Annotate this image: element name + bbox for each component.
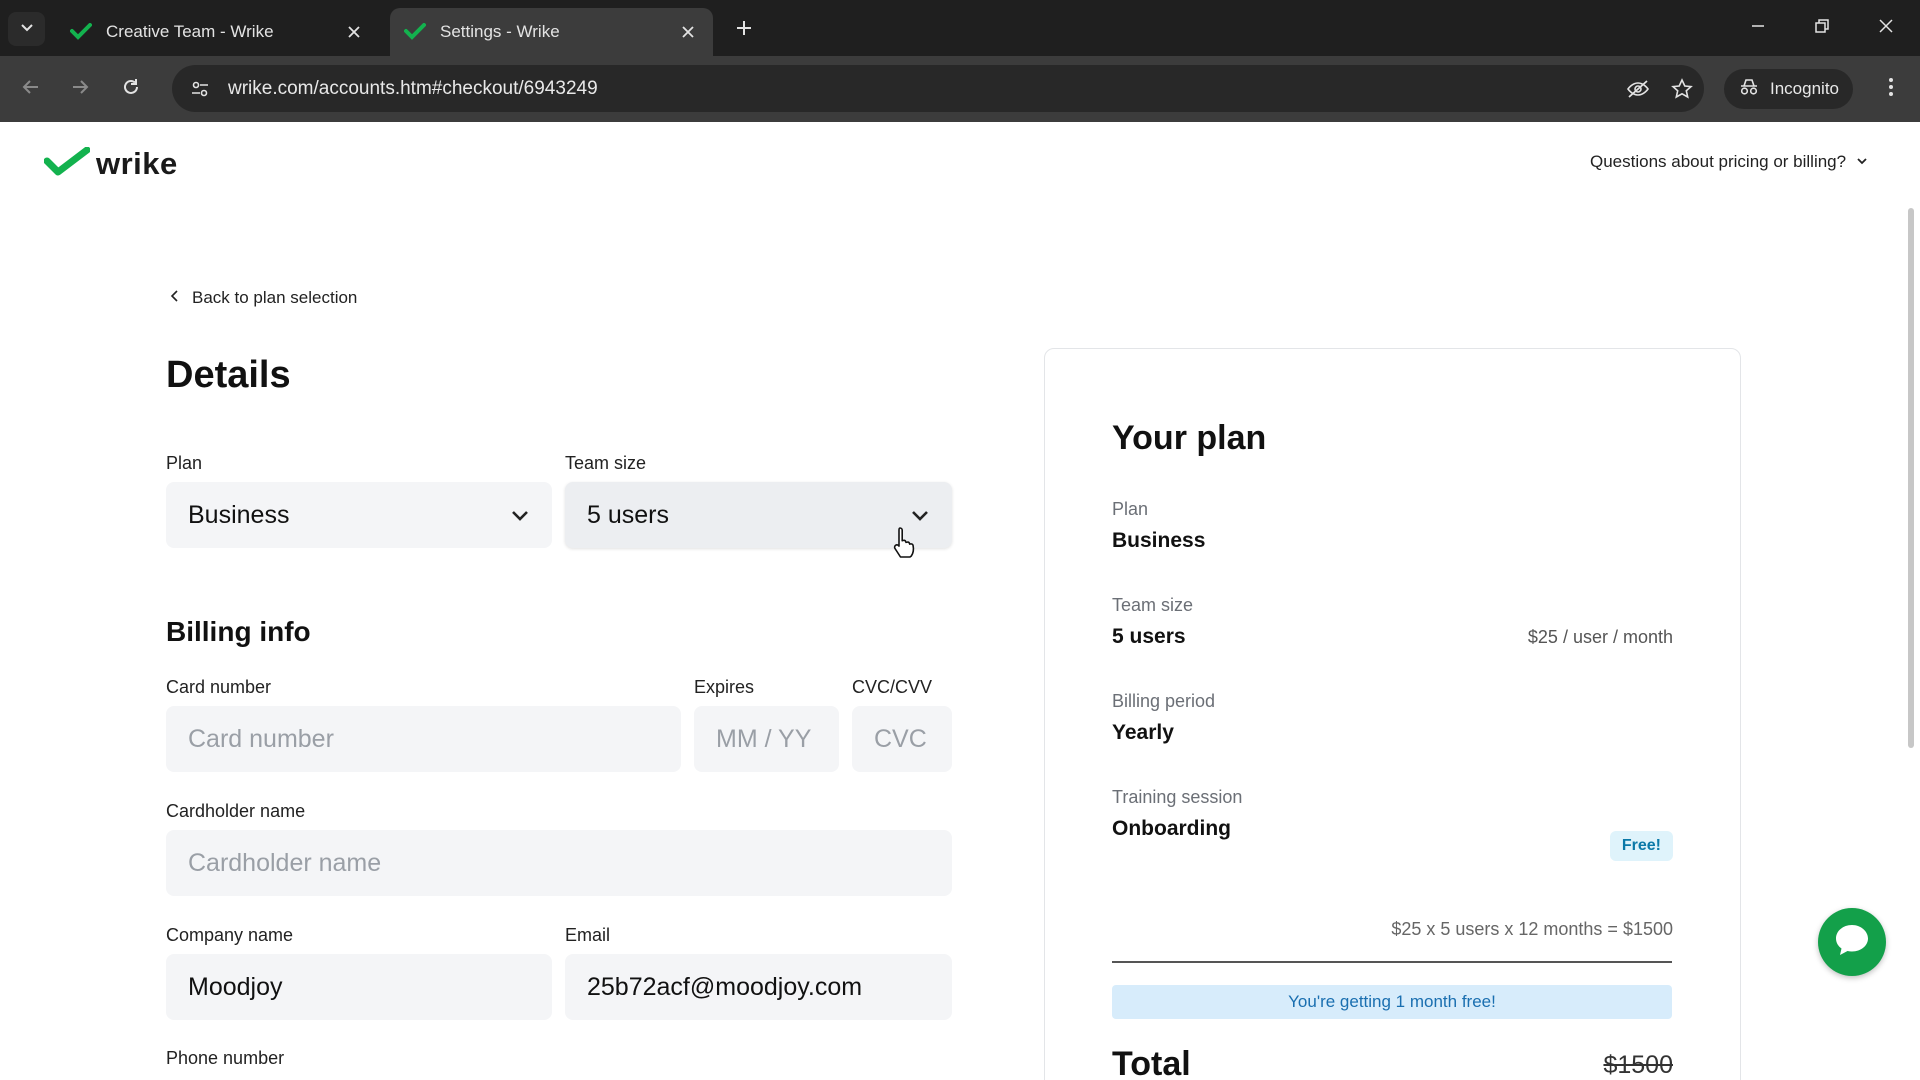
plan-select-value: Business <box>188 500 290 529</box>
scrollbar-thumb[interactable] <box>1908 208 1914 748</box>
browser-menu-button[interactable] <box>1874 72 1908 106</box>
logo-text: wrike <box>96 146 178 181</box>
pricing-help-dropdown[interactable]: Questions about pricing or billing? <box>1590 152 1868 172</box>
back-button[interactable] <box>14 72 48 106</box>
free-badge: Free! <box>1609 831 1673 861</box>
cvc-placeholder: CVC <box>874 724 927 753</box>
cardholder-input[interactable]: Cardholder name <box>166 830 952 896</box>
email-label: Email <box>565 925 611 945</box>
tab-settings[interactable]: Settings - Wrike <box>390 8 713 56</box>
arrow-left-icon <box>21 77 41 102</box>
tab-title: Settings - Wrike <box>440 22 560 41</box>
chat-widget-button[interactable] <box>1818 908 1886 976</box>
close-tab-icon[interactable] <box>677 21 699 43</box>
tab-search-button[interactable] <box>8 12 45 46</box>
close-tab-icon[interactable] <box>343 21 365 43</box>
incognito-icon <box>1738 78 1760 101</box>
more-vertical-icon <box>1888 77 1894 102</box>
close-icon <box>1878 18 1894 39</box>
restore-icon <box>1814 18 1830 39</box>
chevron-down-icon <box>19 19 35 40</box>
team-size-label: Team size <box>565 453 647 473</box>
plan-summary-card: Your plan Plan Business Team size 5 user… <box>1044 348 1741 1080</box>
summary-period-label: Billing period <box>1112 691 1216 711</box>
hand-cursor-icon <box>892 526 918 565</box>
summary-plan-value: Business <box>1112 529 1206 552</box>
help-link-text: Questions about pricing or billing? <box>1590 152 1847 171</box>
checkout-page: wrike Questions about pricing or billing… <box>0 122 1920 1080</box>
price-calculation: $25 x 5 users x 12 months = $1500 <box>1391 919 1673 939</box>
browser-toolbar: wrike.com/accounts.htm#checkout/6943249 … <box>0 56 1920 122</box>
reload-button[interactable] <box>114 72 148 106</box>
company-input[interactable]: Moodjoy <box>166 954 552 1020</box>
expires-input[interactable]: MM / YY <box>694 706 839 772</box>
back-link-text: Back to plan selection <box>192 288 358 307</box>
tab-creative-team[interactable]: Creative Team - Wrike <box>56 8 379 56</box>
star-icon[interactable] <box>1660 77 1704 100</box>
tab-title: Creative Team - Wrike <box>106 22 274 41</box>
plan-label: Plan <box>166 453 203 473</box>
browser-tab-bar: Creative Team - Wrike Settings - Wrike <box>0 0 1920 56</box>
expires-label: Expires <box>694 677 755 697</box>
chat-bubble-icon <box>1833 922 1871 963</box>
summary-plan-label: Plan <box>1112 499 1149 519</box>
incognito-indicator[interactable]: Incognito <box>1724 69 1853 109</box>
summary-divider <box>1112 961 1672 963</box>
cardholder-label: Cardholder name <box>166 801 306 821</box>
promo-banner: You're getting 1 month free! <box>1112 985 1672 1019</box>
cvc-input[interactable]: CVC <box>852 706 952 772</box>
forward-button[interactable] <box>63 72 97 106</box>
summary-team-label: Team size <box>1112 595 1194 615</box>
arrow-right-icon <box>70 77 90 102</box>
details-title: Details <box>166 354 291 396</box>
summary-team-value: 5 users <box>1112 625 1186 648</box>
summary-unit-price: $25 / user / month <box>1527 627 1673 647</box>
total-original-price: $1500 <box>1603 1051 1673 1079</box>
total-label: Total <box>1112 1045 1191 1080</box>
new-tab-button[interactable] <box>728 14 760 46</box>
card-number-label: Card number <box>166 677 272 697</box>
card-number-input[interactable]: Card number <box>166 706 681 772</box>
phone-label: Phone number <box>166 1048 285 1068</box>
cardholder-placeholder: Cardholder name <box>188 848 382 877</box>
incognito-label: Incognito <box>1770 79 1839 98</box>
chevron-down-icon <box>510 501 530 530</box>
back-to-plan-link[interactable]: Back to plan selection <box>170 288 357 308</box>
card-number-placeholder: Card number <box>188 724 334 753</box>
email-value: 25b72acf@moodjoy.com <box>587 972 863 1001</box>
address-bar[interactable]: wrike.com/accounts.htm#checkout/6943249 <box>172 65 1704 112</box>
reload-icon <box>121 77 141 102</box>
expires-placeholder: MM / YY <box>716 724 812 753</box>
billing-info-title: Billing info <box>166 616 311 647</box>
wrike-check-logo-icon <box>43 146 91 182</box>
wrike-logo[interactable]: wrike <box>43 146 178 182</box>
minimize-icon <box>1750 18 1766 39</box>
plan-summary-title: Your plan <box>1112 419 1267 457</box>
close-window-button[interactable] <box>1854 0 1918 56</box>
chevron-down-icon <box>1856 152 1868 172</box>
wrike-favicon-icon <box>404 21 426 43</box>
eye-off-icon[interactable] <box>1616 79 1660 99</box>
restore-button[interactable] <box>1790 0 1854 56</box>
url-text: wrike.com/accounts.htm#checkout/6943249 <box>228 77 598 99</box>
summary-training-label: Training session <box>1112 787 1243 807</box>
team-size-select-value: 5 users <box>587 500 669 529</box>
plan-select[interactable]: Business <box>166 482 552 548</box>
minimize-button[interactable] <box>1726 0 1790 56</box>
company-value: Moodjoy <box>188 972 283 1001</box>
cvc-label: CVC/CVV <box>852 677 933 697</box>
wrike-favicon-icon <box>70 21 92 43</box>
chevron-left-icon <box>170 288 180 308</box>
site-info-icon[interactable] <box>180 79 220 99</box>
plus-icon <box>735 19 753 42</box>
summary-training-value: Onboarding <box>1112 817 1231 840</box>
summary-period-value: Yearly <box>1112 721 1174 744</box>
company-label: Company name <box>166 925 294 945</box>
email-input[interactable]: 25b72acf@moodjoy.com <box>565 954 952 1020</box>
